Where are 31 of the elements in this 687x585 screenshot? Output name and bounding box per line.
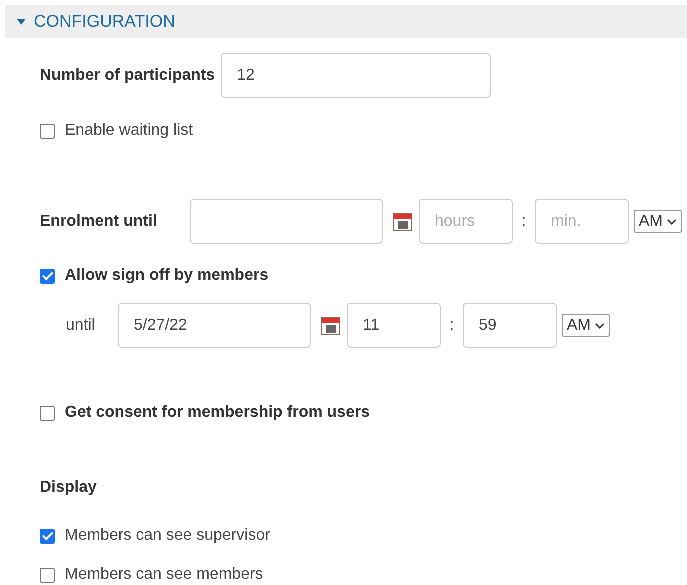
minutes-field[interactable]: 59 [463, 303, 557, 348]
hours-field[interactable]: hours [419, 199, 513, 244]
calendar-icon[interactable] [393, 212, 413, 232]
caret-icon [595, 322, 605, 328]
checkbox-label: Members can see members [65, 566, 264, 584]
checkbox-label: Members can see supervisor [65, 527, 270, 545]
time-separator: : [448, 316, 456, 334]
checkbox[interactable] [40, 406, 55, 420]
period-select[interactable]: AM [634, 210, 682, 233]
checkbox[interactable] [40, 124, 55, 138]
participants-label: Number of participants [40, 66, 216, 84]
checkbox-label: Get consent for membership from users [65, 404, 370, 422]
checkbox-label: Enable waiting list [65, 122, 194, 140]
hours-field[interactable]: 11 [347, 303, 441, 348]
checkbox-label: Allow sign off by members [65, 267, 269, 285]
minutes-field[interactable]: min. [535, 199, 629, 244]
checkbox[interactable] [40, 528, 55, 544]
section-title: CONFIGURATION [34, 12, 176, 32]
date-field[interactable] [190, 199, 383, 244]
checkbox[interactable] [40, 268, 55, 284]
display-heading: Display [40, 479, 98, 497]
participants-field[interactable]: 12 [221, 53, 492, 98]
date-field[interactable]: 5/27/22 [118, 303, 311, 348]
period-select[interactable]: AM [562, 314, 610, 337]
checkbox[interactable] [40, 568, 55, 582]
section-header[interactable]: CONFIGURATION [5, 5, 687, 38]
until-label: until [66, 316, 96, 334]
time-separator: : [520, 212, 528, 230]
enrolment-label: Enrolment until [40, 212, 158, 230]
caret-icon [667, 218, 677, 224]
calendar-icon[interactable] [321, 316, 341, 336]
